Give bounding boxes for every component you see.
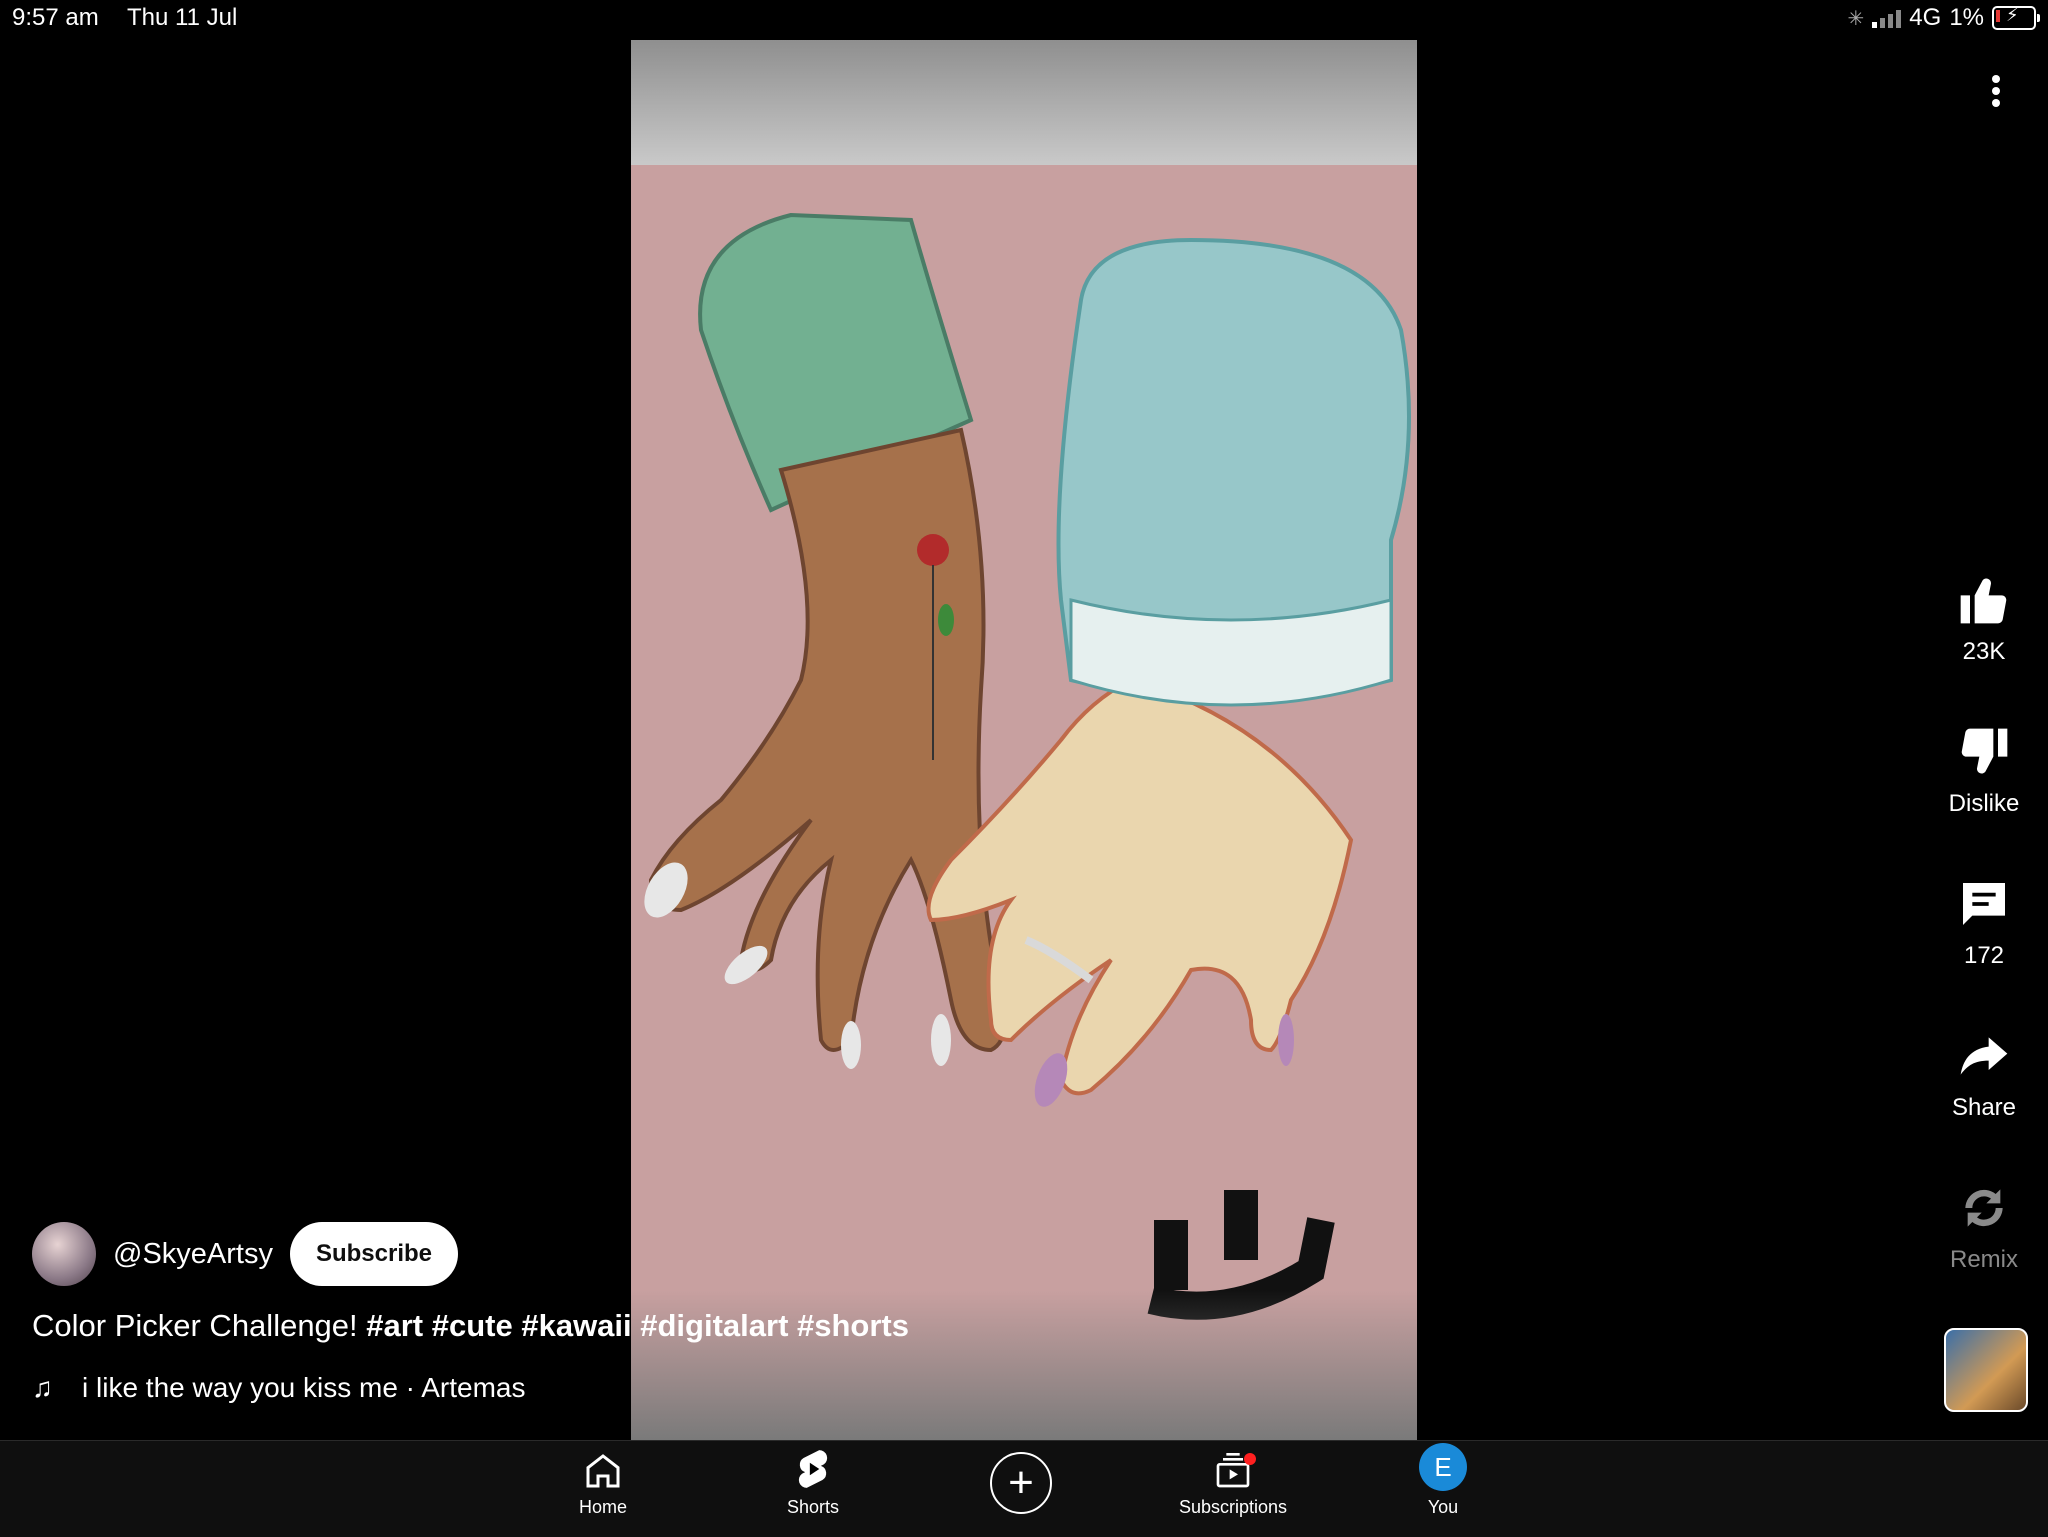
remix-icon bbox=[1965, 1189, 2003, 1227]
battery-percent: 1% bbox=[1949, 4, 1984, 31]
thumbs-down-icon bbox=[1961, 728, 2008, 774]
share-label: Share bbox=[1951, 1094, 2017, 1121]
more-options-button[interactable] bbox=[1980, 72, 2012, 114]
music-track: i like the way you kiss me · Artemas bbox=[82, 1372, 526, 1403]
video-title[interactable]: Color Picker Challenge! #art #cute #kawa… bbox=[32, 1308, 909, 1344]
sound-thumbnail[interactable] bbox=[1944, 1328, 2028, 1412]
bottom-navigation: Home Shorts + Subscriptions E You bbox=[0, 1440, 2048, 1537]
like-count: 23K bbox=[1962, 638, 2006, 665]
thumbs-up-icon bbox=[1960, 578, 2007, 624]
remix-label: Remix bbox=[1949, 1246, 2018, 1273]
subscribe-button[interactable]: Subscribe bbox=[289, 1222, 459, 1286]
share-icon bbox=[1960, 1037, 2008, 1075]
status-time: 9:57 am bbox=[12, 4, 99, 31]
short-video-player[interactable] bbox=[631, 40, 1417, 1440]
music-note-icon: ♫ bbox=[32, 1372, 53, 1403]
nav-subscriptions-label: Subscriptions bbox=[1178, 1497, 1288, 1517]
video-title-hashtags[interactable]: #art #cute #kawaii #digitalart #shorts bbox=[366, 1308, 909, 1343]
music-row[interactable]: ♫ i like the way you kiss me · Artemas bbox=[32, 1372, 525, 1404]
channel-row: @SkyeArtsy Subscribe bbox=[32, 1222, 459, 1286]
user-avatar: E bbox=[1419, 1443, 1467, 1491]
nav-home[interactable]: Home bbox=[523, 1441, 683, 1537]
nav-home-label: Home bbox=[578, 1497, 627, 1517]
dislike-button[interactable]: Dislike bbox=[1924, 724, 2044, 818]
nav-you[interactable]: E You bbox=[1363, 1441, 1523, 1537]
video-frame-illustration bbox=[644, 212, 1411, 1320]
nav-shorts[interactable]: Shorts bbox=[733, 1441, 893, 1537]
nav-subscriptions[interactable]: Subscriptions bbox=[1153, 1441, 1313, 1537]
nav-you-label: You bbox=[1427, 1497, 1459, 1517]
dislike-label: Dislike bbox=[1948, 790, 2020, 817]
plus-icon: + bbox=[1008, 1458, 1034, 1507]
video-title-text: Color Picker Challenge! bbox=[32, 1308, 367, 1343]
comments-button[interactable]: 172 bbox=[1924, 876, 2044, 970]
status-bar: 9:57 am Thu 11 Jul ✳ 4G 1% ⚡ bbox=[0, 0, 2048, 40]
home-icon bbox=[586, 1454, 620, 1488]
create-button[interactable]: + bbox=[990, 1452, 1052, 1514]
status-date: Thu 11 Jul bbox=[127, 4, 238, 31]
nav-shorts-label: Shorts bbox=[786, 1497, 840, 1517]
shorts-icon bbox=[798, 1450, 828, 1488]
signal-bars-icon bbox=[1872, 8, 1902, 28]
loading-spinner-icon: ✳ bbox=[1847, 7, 1865, 30]
channel-handle[interactable]: @SkyeArtsy bbox=[113, 1238, 273, 1271]
remix-button[interactable]: Remix bbox=[1924, 1180, 2044, 1274]
share-button[interactable]: Share bbox=[1924, 1028, 2044, 1122]
battery-charging-icon: ⚡ bbox=[1992, 5, 2040, 30]
comment-icon bbox=[1963, 883, 2005, 925]
status-indicators: ✳ 4G 1% ⚡ bbox=[1847, 4, 2040, 32]
like-button[interactable]: 23K bbox=[1924, 572, 2044, 666]
network-type: 4G bbox=[1909, 4, 1942, 31]
comment-count: 172 bbox=[1963, 942, 2005, 969]
channel-avatar[interactable] bbox=[32, 1222, 96, 1286]
notification-dot bbox=[1244, 1453, 1256, 1465]
